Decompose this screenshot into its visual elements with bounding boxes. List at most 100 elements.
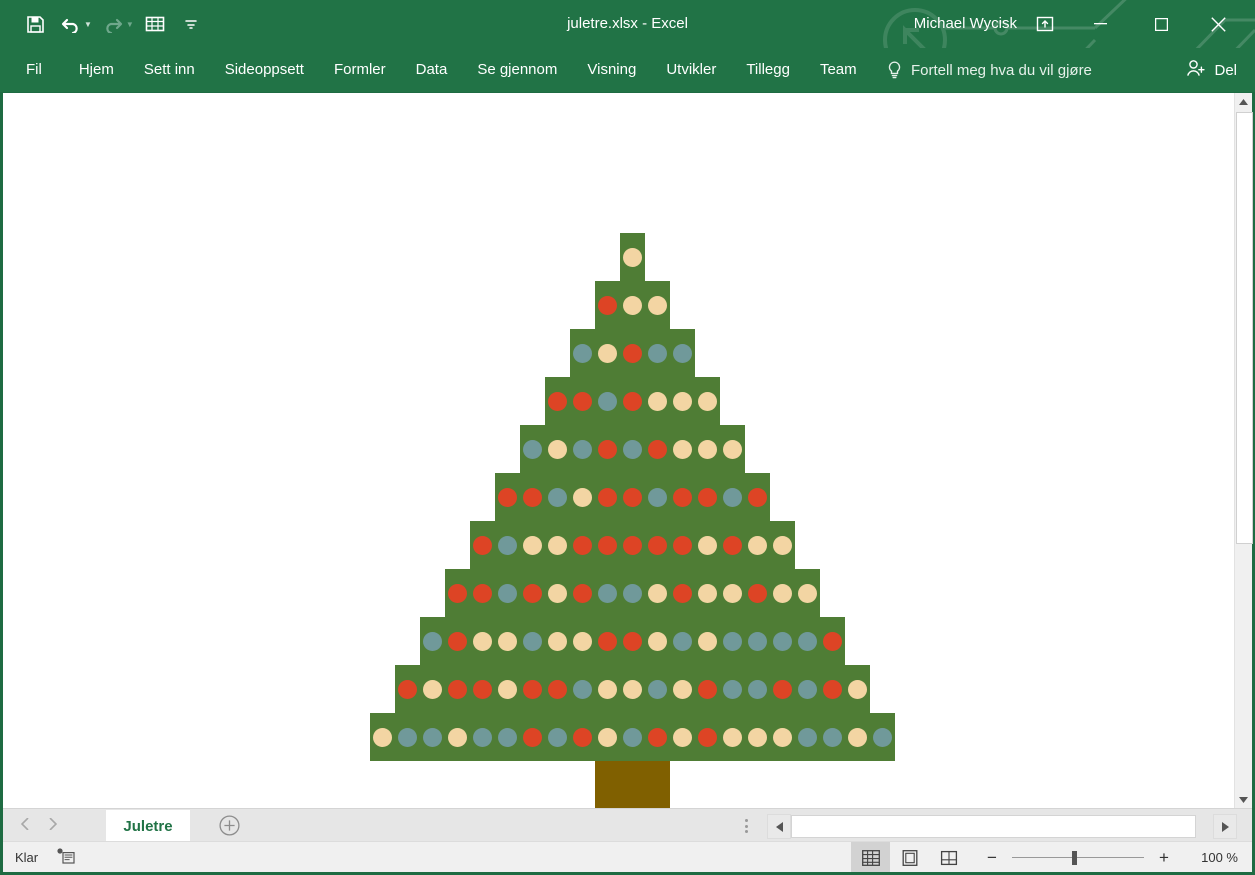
tree-cell[interactable] bbox=[720, 665, 745, 713]
tree-cell[interactable] bbox=[520, 521, 545, 569]
worksheet-grid[interactable] bbox=[3, 93, 1224, 808]
tree-cell[interactable] bbox=[770, 521, 795, 569]
undo-icon[interactable] bbox=[54, 8, 88, 40]
tree-cell[interactable] bbox=[470, 521, 495, 569]
tree-cell[interactable] bbox=[645, 377, 670, 425]
tree-cell[interactable] bbox=[770, 569, 795, 617]
tree-cell[interactable] bbox=[670, 377, 695, 425]
tab-formler[interactable]: Formler bbox=[319, 48, 401, 92]
tree-cell[interactable] bbox=[695, 521, 720, 569]
tree-cell[interactable] bbox=[645, 665, 670, 713]
zoom-slider-thumb[interactable] bbox=[1072, 851, 1077, 865]
tab-visning[interactable]: Visning bbox=[572, 48, 651, 92]
tree-cell[interactable] bbox=[620, 473, 645, 521]
tree-cell[interactable] bbox=[695, 425, 720, 473]
tree-cell[interactable] bbox=[370, 713, 395, 761]
page-layout-view-button[interactable] bbox=[890, 842, 929, 873]
tree-cell[interactable] bbox=[795, 569, 820, 617]
tree-cell[interactable] bbox=[670, 569, 695, 617]
tree-cell[interactable] bbox=[520, 617, 545, 665]
ribbon-display-options-icon[interactable] bbox=[1033, 13, 1057, 35]
tree-cell[interactable] bbox=[545, 473, 570, 521]
tree-cell[interactable] bbox=[720, 713, 745, 761]
tab-sideoppsett[interactable]: Sideoppsett bbox=[210, 48, 319, 92]
tree-cell[interactable] bbox=[620, 713, 645, 761]
tree-cell[interactable] bbox=[595, 281, 620, 329]
tree-cell[interactable] bbox=[445, 713, 470, 761]
tree-cell[interactable] bbox=[745, 617, 770, 665]
zoom-in-button[interactable]: + bbox=[1150, 842, 1178, 873]
tree-cell[interactable] bbox=[720, 425, 745, 473]
tab-data[interactable]: Data bbox=[401, 48, 463, 92]
tree-cell[interactable] bbox=[420, 617, 445, 665]
tree-cell[interactable] bbox=[720, 521, 745, 569]
tree-cell[interactable] bbox=[445, 665, 470, 713]
tree-cell[interactable] bbox=[470, 665, 495, 713]
tree-cell[interactable] bbox=[670, 473, 695, 521]
tree-cell[interactable] bbox=[595, 425, 620, 473]
tree-cell[interactable] bbox=[520, 713, 545, 761]
tree-cell[interactable] bbox=[695, 569, 720, 617]
tree-cell[interactable] bbox=[570, 521, 595, 569]
tree-cell[interactable] bbox=[570, 665, 595, 713]
tree-cell[interactable] bbox=[795, 665, 820, 713]
tree-cell[interactable] bbox=[495, 521, 520, 569]
tab-split-handle[interactable] bbox=[745, 819, 749, 833]
tree-cell[interactable] bbox=[595, 521, 620, 569]
tree-cell[interactable] bbox=[620, 617, 645, 665]
tree-cell[interactable] bbox=[395, 713, 420, 761]
scroll-down-icon[interactable] bbox=[1235, 791, 1252, 808]
tree-cell[interactable] bbox=[795, 617, 820, 665]
redo-icon[interactable] bbox=[96, 8, 130, 40]
tab-fil[interactable]: Fil bbox=[16, 48, 64, 92]
tree-cell[interactable] bbox=[720, 473, 745, 521]
tree-cell[interactable] bbox=[720, 617, 745, 665]
customize-quick-access-icon[interactable] bbox=[174, 8, 208, 40]
tree-cell[interactable] bbox=[645, 281, 670, 329]
tree-cell[interactable] bbox=[620, 377, 645, 425]
tree-cell[interactable] bbox=[620, 665, 645, 713]
tree-cell[interactable] bbox=[620, 569, 645, 617]
close-button[interactable] bbox=[1195, 0, 1241, 48]
minimize-button[interactable] bbox=[1077, 0, 1123, 48]
tree-cell[interactable] bbox=[595, 665, 620, 713]
tree-cell[interactable] bbox=[545, 425, 570, 473]
tree-cell[interactable] bbox=[820, 713, 845, 761]
tree-cell[interactable] bbox=[420, 665, 445, 713]
tree-cell[interactable] bbox=[545, 521, 570, 569]
tree-cell[interactable] bbox=[620, 281, 645, 329]
scroll-right-icon[interactable] bbox=[1213, 814, 1237, 839]
tree-cell[interactable] bbox=[445, 569, 470, 617]
tree-cell[interactable] bbox=[395, 665, 420, 713]
tree-cell[interactable] bbox=[570, 617, 595, 665]
scroll-left-icon[interactable] bbox=[767, 814, 791, 839]
tree-cell[interactable] bbox=[820, 617, 845, 665]
tree-cell[interactable] bbox=[745, 665, 770, 713]
scroll-up-icon[interactable] bbox=[1235, 93, 1252, 110]
tab-sett-inn[interactable]: Sett inn bbox=[129, 48, 210, 92]
tree-cell[interactable] bbox=[545, 617, 570, 665]
tree-cell[interactable] bbox=[520, 425, 545, 473]
maximize-button[interactable] bbox=[1138, 0, 1184, 48]
tree-cell[interactable] bbox=[670, 521, 695, 569]
tree-cell[interactable] bbox=[695, 377, 720, 425]
tree-cell[interactable] bbox=[545, 713, 570, 761]
sheet-next-icon[interactable] bbox=[49, 816, 58, 835]
tree-cell[interactable] bbox=[595, 713, 620, 761]
tree-cell[interactable] bbox=[620, 521, 645, 569]
tree-cell[interactable] bbox=[470, 569, 495, 617]
tree-cell[interactable] bbox=[670, 713, 695, 761]
tree-cell[interactable] bbox=[620, 233, 645, 281]
tab-hjem[interactable]: Hjem bbox=[64, 48, 129, 92]
zoom-slider-track[interactable] bbox=[1006, 842, 1150, 873]
tree-cell[interactable] bbox=[645, 473, 670, 521]
tree-cell[interactable] bbox=[570, 329, 595, 377]
tree-cell[interactable] bbox=[545, 665, 570, 713]
tree-cell[interactable] bbox=[570, 425, 595, 473]
tree-cell[interactable] bbox=[645, 569, 670, 617]
tree-cell[interactable] bbox=[870, 713, 895, 761]
touch-mode-icon[interactable] bbox=[138, 8, 172, 40]
tree-cell[interactable] bbox=[745, 713, 770, 761]
tree-cell[interactable] bbox=[695, 713, 720, 761]
tree-cell[interactable] bbox=[520, 665, 545, 713]
